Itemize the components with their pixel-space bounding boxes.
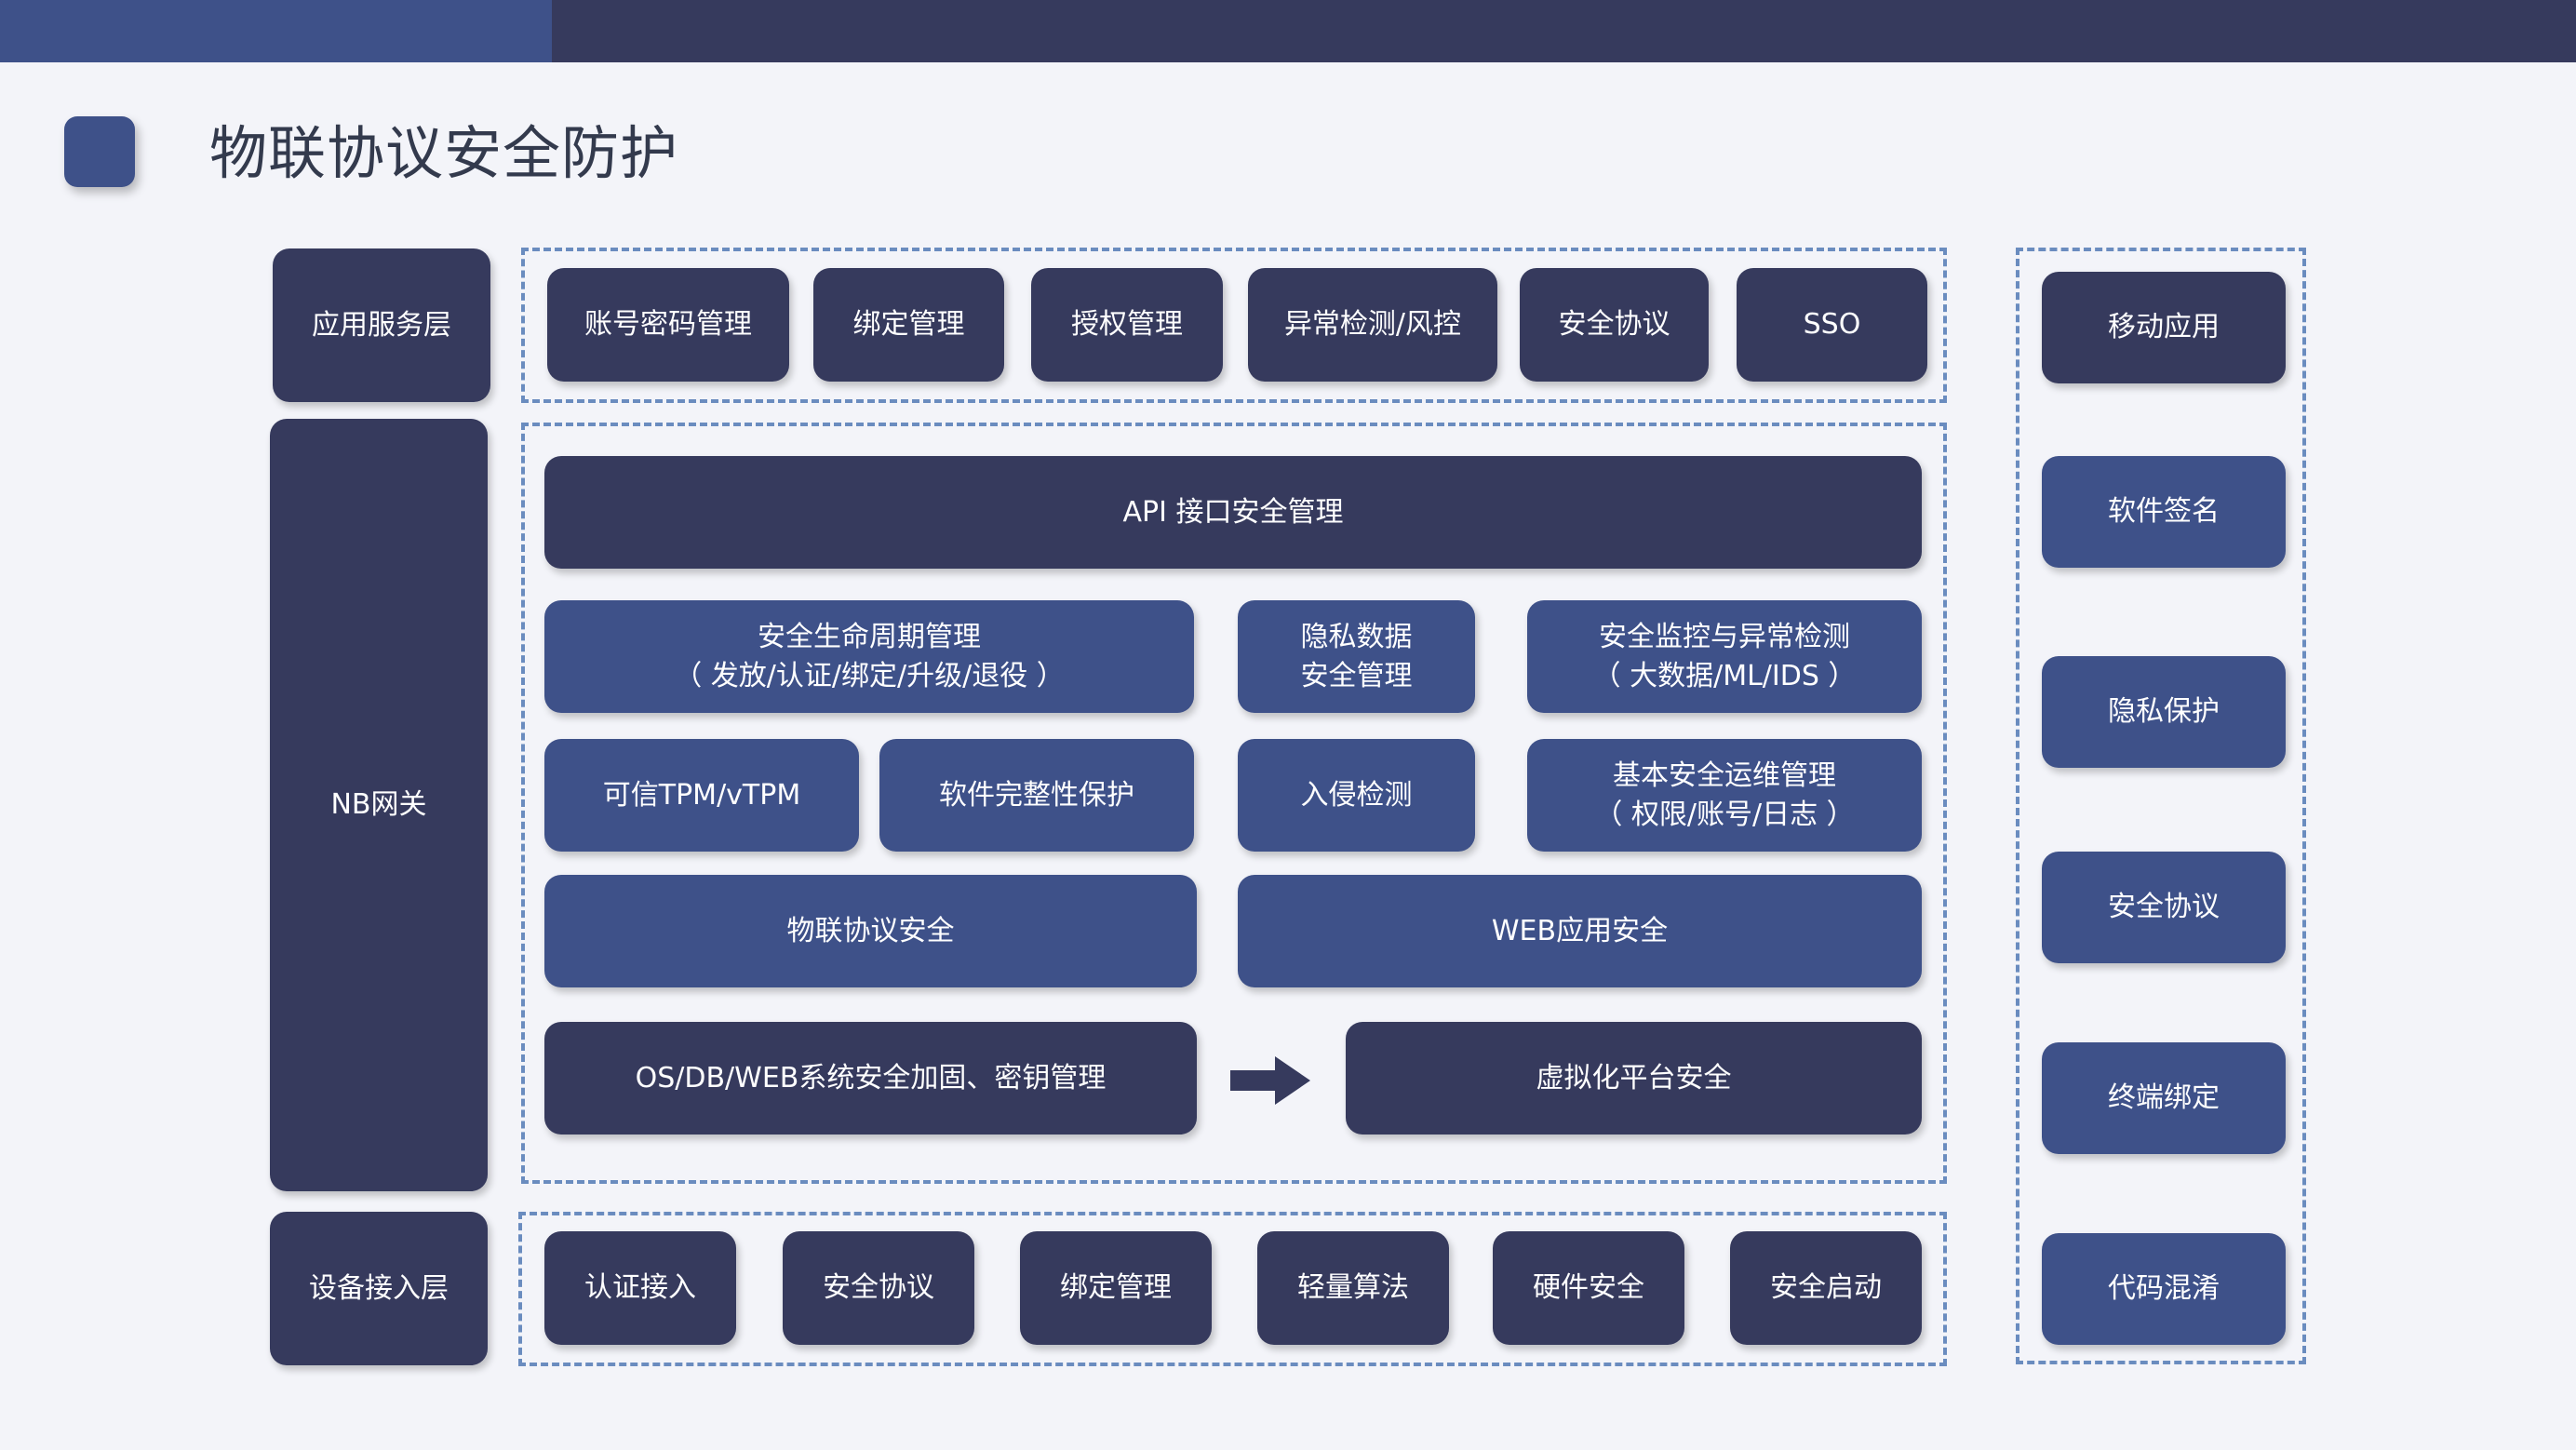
device-item-label: 轻量算法	[1297, 1271, 1409, 1304]
privacy-data-subtitle: 安全管理	[1300, 659, 1413, 692]
lifecycle-subtitle: （ 发放/认证/绑定/升级/退役 ）	[674, 659, 1065, 692]
intrusion-detection-label: 入侵检测	[1300, 778, 1413, 812]
layer-device-access: 设备接入层	[270, 1212, 488, 1365]
app-item-binding: 绑定管理	[813, 268, 1004, 382]
right-item-label: 终端绑定	[2108, 1081, 2220, 1114]
app-item-authorization: 授权管理	[1031, 268, 1223, 382]
layer-label: 应用服务层	[312, 308, 451, 342]
device-item-label: 硬件安全	[1533, 1271, 1644, 1304]
privacy-data-box: 隐私数据 安全管理	[1238, 600, 1475, 713]
page-title: 物联协议安全防护	[209, 119, 679, 187]
right-item-label: 软件签名	[2108, 495, 2220, 528]
app-item-account-password: 账号密码管理	[547, 268, 789, 382]
right-item-terminal-binding: 终端绑定	[2042, 1042, 2286, 1154]
virtualization-security-label: 虚拟化平台安全	[1536, 1061, 1732, 1094]
tpm-label: 可信TPM/vTPM	[602, 778, 801, 812]
top-bar-accent	[0, 0, 552, 62]
right-item-security-protocol: 安全协议	[2042, 852, 2286, 963]
app-item-anomaly-risk: 异常检测/风控	[1248, 268, 1497, 382]
tpm-box: 可信TPM/vTPM	[544, 739, 859, 852]
arrow-right-icon	[1230, 1056, 1310, 1105]
app-item-label: 异常检测/风控	[1283, 308, 1462, 341]
device-item-hardware-security: 硬件安全	[1493, 1231, 1684, 1345]
intrusion-detection-box: 入侵检测	[1238, 739, 1475, 852]
basic-ops-subtitle: （ 权限/账号/日志 ）	[1594, 798, 1855, 831]
app-item-label: 绑定管理	[852, 308, 965, 341]
layer-label: 设备接入层	[309, 1271, 449, 1305]
device-item-label: 认证接入	[584, 1271, 696, 1304]
app-item-label: 授权管理	[1071, 308, 1183, 341]
right-item-mobile-app: 移动应用	[2042, 272, 2286, 383]
layer-nb-gateway: NB网关	[270, 419, 488, 1191]
basic-ops-title: 基本安全运维管理	[1613, 759, 1836, 792]
iot-protocol-security-box: 物联协议安全	[544, 875, 1197, 987]
api-security-label: API 接口安全管理	[1122, 495, 1344, 529]
app-item-label: 安全协议	[1558, 308, 1670, 341]
api-security-box: API 接口安全管理	[544, 456, 1922, 569]
device-item-label: 绑定管理	[1060, 1271, 1172, 1304]
monitoring-box: 安全监控与异常检测 （ 大数据/ML/IDS ）	[1527, 600, 1922, 713]
right-item-privacy-protection: 隐私保护	[2042, 656, 2286, 768]
web-app-security-label: WEB应用安全	[1491, 914, 1669, 947]
layer-label: NB网关	[330, 788, 427, 821]
right-group-frame	[2016, 248, 2306, 1364]
lifecycle-box: 安全生命周期管理 （ 发放/认证/绑定/升级/退役 ）	[544, 600, 1194, 713]
basic-ops-box: 基本安全运维管理 （ 权限/账号/日志 ）	[1527, 739, 1922, 852]
right-item-label: 移动应用	[2108, 311, 2220, 343]
app-item-security-protocol: 安全协议	[1520, 268, 1709, 382]
monitoring-title: 安全监控与异常检测	[1599, 620, 1850, 653]
os-db-hardening-box: OS/DB/WEB系统安全加固、密钥管理	[544, 1022, 1197, 1134]
layer-app-service: 应用服务层	[273, 248, 490, 402]
app-item-sso: SSO	[1737, 268, 1927, 382]
right-item-label: 代码混淆	[2108, 1272, 2220, 1305]
device-item-auth-access: 认证接入	[544, 1231, 736, 1345]
right-item-label: 隐私保护	[2108, 695, 2220, 728]
web-app-security-box: WEB应用安全	[1238, 875, 1922, 987]
right-item-label: 安全协议	[2108, 891, 2220, 923]
device-item-label: 安全启动	[1770, 1271, 1882, 1304]
device-item-label: 安全协议	[823, 1271, 934, 1304]
os-db-hardening-label: OS/DB/WEB系统安全加固、密钥管理	[635, 1061, 1107, 1094]
right-item-software-signing: 软件签名	[2042, 456, 2286, 568]
device-item-secure-boot: 安全启动	[1730, 1231, 1922, 1345]
privacy-data-title: 隐私数据	[1300, 620, 1413, 653]
lifecycle-title: 安全生命周期管理	[758, 620, 981, 653]
monitoring-subtitle: （ 大数据/ML/IDS ）	[1592, 659, 1857, 692]
device-item-security-protocol: 安全协议	[783, 1231, 974, 1345]
title-square-icon	[64, 116, 135, 187]
device-item-binding: 绑定管理	[1020, 1231, 1212, 1345]
iot-protocol-security-label: 物联协议安全	[786, 914, 955, 947]
right-item-code-obfuscation: 代码混淆	[2042, 1233, 2286, 1345]
virtualization-security-box: 虚拟化平台安全	[1346, 1022, 1922, 1134]
device-item-lightweight-algorithm: 轻量算法	[1257, 1231, 1449, 1345]
app-item-label: SSO	[1803, 308, 1861, 341]
app-item-label: 账号密码管理	[584, 308, 752, 341]
software-integrity-label: 软件完整性保护	[939, 778, 1134, 812]
software-integrity-box: 软件完整性保护	[879, 739, 1194, 852]
